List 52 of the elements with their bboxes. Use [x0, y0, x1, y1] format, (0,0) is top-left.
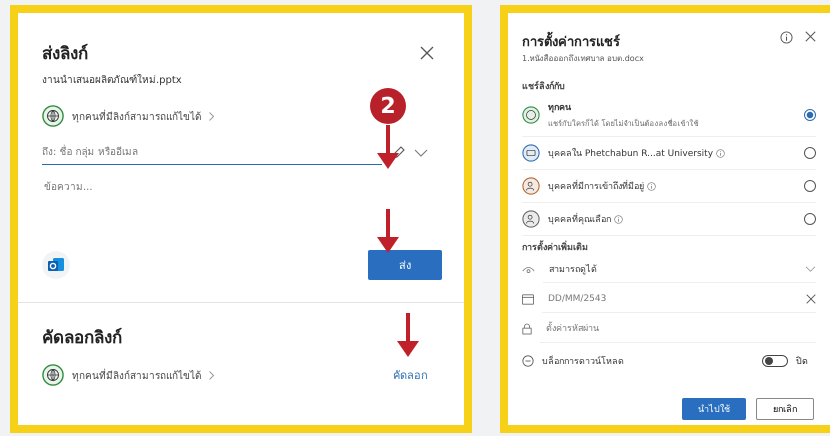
close-icon[interactable] — [805, 31, 816, 42]
info-icon[interactable] — [614, 214, 623, 224]
info-icon[interactable] — [780, 31, 793, 44]
step-number-badge: 2 — [370, 88, 406, 124]
down-arrow-icon — [396, 313, 420, 357]
dialog-title: การตั้งค่าการแชร์ — [522, 31, 768, 52]
chevron-right-icon — [209, 370, 214, 380]
audience-icon — [522, 210, 540, 228]
permission-link[interactable]: ทุกคนที่มีลิงก์สามารถแก้ไขได้ — [72, 368, 201, 382]
audience-option-label: บุคคลที่คุณเลือก — [548, 212, 611, 226]
globe-icon — [42, 364, 64, 386]
radio-button[interactable] — [804, 180, 816, 192]
audience-option-label: ทุกคน — [548, 102, 571, 114]
radio-button[interactable] — [804, 108, 816, 120]
file-name: งานนำเสนอผลิตภัณฑ์ใหม่.pptx — [42, 73, 183, 87]
file-name: 1.หนังสือออกถึงเทศบาล อบต.docx — [522, 53, 645, 65]
section-label: การตั้งค่าเพิ่มเติม — [522, 240, 816, 254]
chevron-down-icon[interactable] — [414, 149, 428, 157]
audience-option-label: บุคคลที่มีการเข้าถึงที่มีอยู่ — [548, 179, 644, 193]
globe-icon — [42, 105, 64, 127]
setting-label: บล็อกการดาวน์โหลด — [542, 354, 625, 368]
toggle-switch[interactable] — [762, 355, 788, 367]
info-icon[interactable] — [647, 182, 656, 190]
clear-icon[interactable] — [806, 294, 816, 304]
outlook-icon[interactable] — [42, 251, 70, 279]
section-title: คัดลอกลิงก์ — [42, 326, 122, 350]
audience-icon — [522, 177, 540, 195]
down-arrow-icon — [376, 125, 400, 169]
permission-link[interactable]: ทุกคนที่มีลิงก์สามารถแก้ไขได้ — [72, 108, 201, 124]
chevron-right-icon — [209, 112, 214, 120]
info-icon[interactable] — [716, 148, 726, 158]
radio-button[interactable] — [804, 213, 816, 225]
permission-dropdown[interactable]: สามารถดูได้ — [543, 255, 816, 283]
chevron-down-icon — [805, 266, 816, 272]
copy-link-button[interactable]: คัดลอก — [393, 366, 428, 384]
radio-button[interactable] — [804, 147, 816, 159]
cancel-button[interactable]: ยกเลิก — [756, 398, 814, 420]
apply-button[interactable]: นำไปใช้ — [682, 398, 746, 420]
block-icon — [522, 355, 534, 367]
audience-icon — [522, 144, 540, 162]
dialog-title: ส่งลิงก์ — [42, 42, 88, 66]
toggle-state: ปิด — [796, 356, 808, 368]
section-label: แชร์ลิงก์กับ — [522, 80, 566, 93]
expiry-date-field[interactable]: DD/MM/2543 — [542, 285, 816, 313]
calendar-icon — [522, 294, 534, 304]
audience-icon — [522, 106, 540, 124]
close-icon[interactable] — [420, 46, 434, 60]
eye-icon — [522, 264, 535, 274]
lock-icon — [522, 323, 532, 335]
down-arrow-icon — [376, 209, 400, 253]
audience-option-label: บุคคลใน Phetchabun R...at University — [548, 146, 714, 160]
send-button[interactable]: ส่ง — [368, 250, 442, 280]
